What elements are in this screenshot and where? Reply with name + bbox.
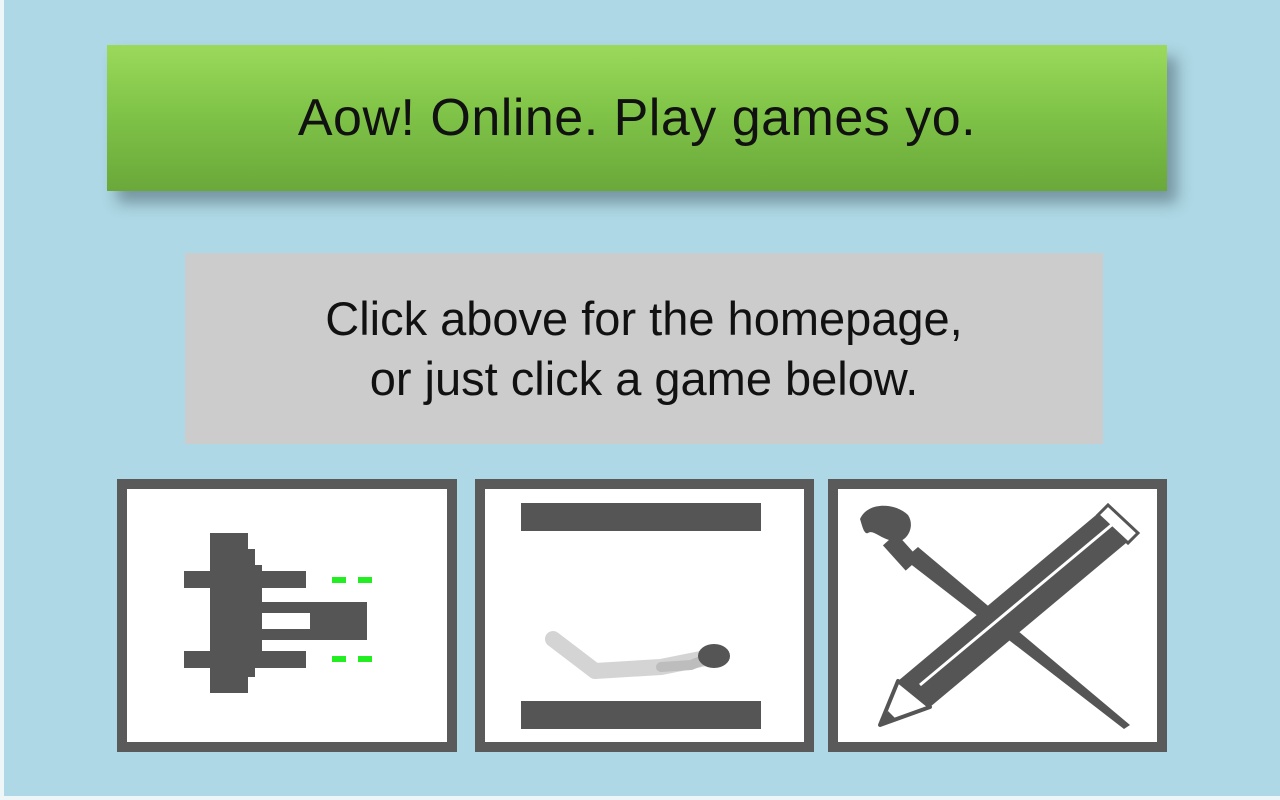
game-tile-paddle-ball[interactable] [475, 479, 814, 752]
instructions-line-2: or just click a game below. [369, 351, 919, 405]
shooter-game-icon [184, 533, 372, 693]
instructions-box: Click above for the homepage, or just cl… [185, 253, 1103, 444]
game-tile-drawing[interactable] [828, 479, 1167, 752]
instructions-line-1: Click above for the homepage, [325, 291, 963, 345]
paddle-ball-game-icon [521, 503, 761, 729]
game-tile-shooter[interactable] [117, 479, 457, 752]
homepage-banner-link[interactable]: Aow! Online. Play games yo. [107, 45, 1167, 191]
site-title: Aow! Online. Play games yo. [297, 89, 977, 147]
drawing-game-icon [860, 502, 1141, 729]
app-frame: Aow! Online. Play games yo. Click above … [0, 0, 1280, 800]
